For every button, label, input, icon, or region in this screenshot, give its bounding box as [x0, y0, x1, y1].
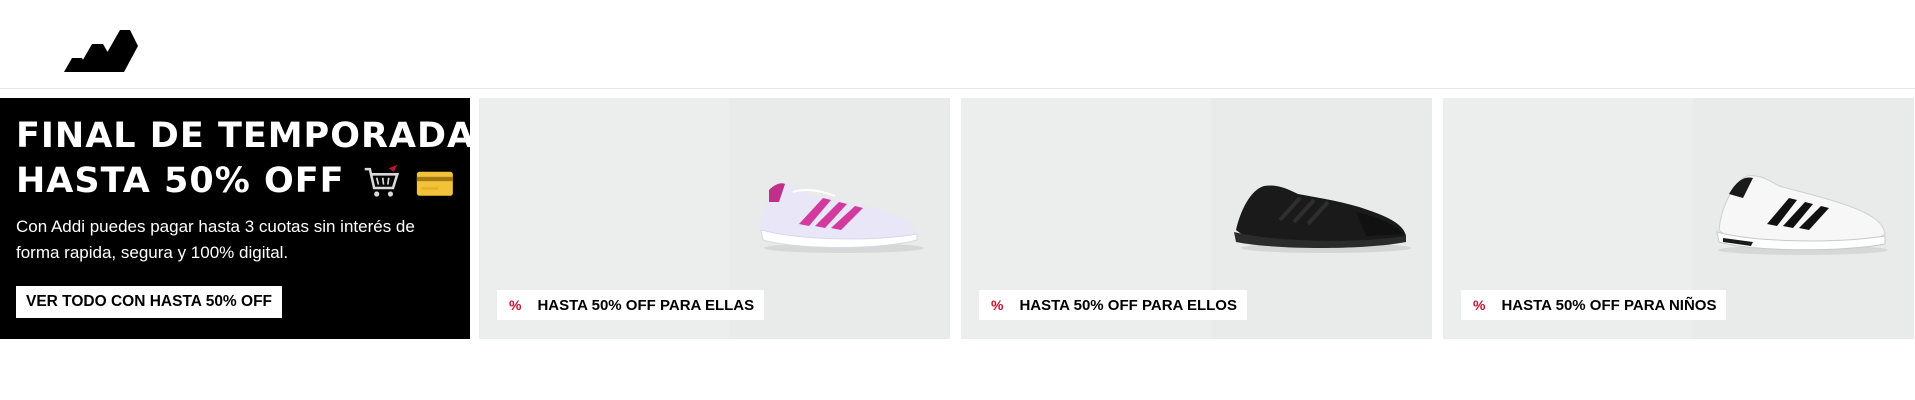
promo-tag: % HASTA 50% OFF PARA ELLOS — [979, 290, 1247, 320]
promo-label: HASTA 50% OFF PARA NIÑOS — [1501, 296, 1717, 314]
promo-tag: % HASTA 50% OFF PARA NIÑOS — [1461, 290, 1727, 320]
promo-label: HASTA 50% OFF PARA ELLAS — [537, 296, 755, 314]
site-header — [0, 0, 1915, 89]
white-black-stripes-sneaker-icon — [1716, 175, 1888, 255]
hero-title: FINAL DE TEMPORADA: HASTA 50% OFF — [16, 114, 491, 204]
hero-title-line1: FINAL DE TEMPORADA: — [16, 116, 491, 156]
promo-label: HASTA 50% OFF PARA ELLOS — [1019, 296, 1237, 314]
promo-card-ellos[interactable]: % HASTA 50% OFF PARA ELLOS — [961, 98, 1432, 339]
shopping-cart-icon — [364, 164, 399, 197]
promo-tag: % HASTA 50% OFF PARA ELLAS — [497, 290, 765, 320]
view-all-sale-button[interactable]: VER TODO CON HASTA 50% OFF — [16, 286, 283, 318]
adidas-logo-icon[interactable] — [64, 24, 138, 72]
promo-card-ellas[interactable]: % HASTA 50% OFF PARA ELLAS — [479, 98, 950, 339]
black-sneaker-icon — [1234, 185, 1411, 253]
percent-icon: % — [509, 297, 522, 313]
hero-description: Con Addi puedes pagar hasta 3 cuotas sin… — [16, 217, 415, 262]
hero-title-line2: HASTA 50% OFF — [16, 161, 345, 201]
white-pink-running-shoe-icon — [759, 183, 924, 253]
credit-card-icon — [417, 171, 454, 196]
promo-card-ninos[interactable]: % HASTA 50% OFF PARA NIÑOS — [1443, 98, 1914, 339]
season-sale-hero[interactable]: FINAL DE TEMPORADA: HASTA 50% OFF Con Ad… — [0, 98, 491, 339]
percent-icon: % — [1473, 297, 1486, 313]
percent-icon: % — [991, 297, 1004, 313]
